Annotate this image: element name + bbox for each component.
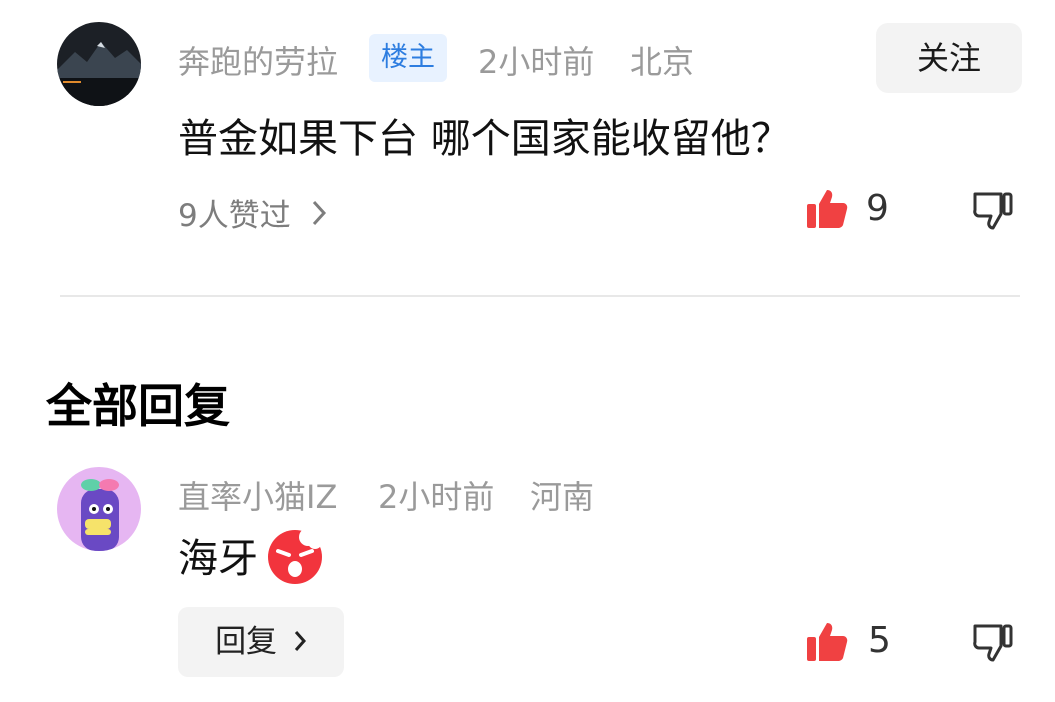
comment-like-count: 9: [866, 188, 889, 229]
thumbs-down-icon[interactable]: [971, 190, 1015, 234]
liked-by-link[interactable]: 9人赞过: [178, 190, 327, 235]
comment-text: 普金如果下台 哪个国家能收留他？: [178, 116, 791, 162]
angry-face-emoji-icon: [262, 525, 328, 585]
purple-cartoon-avatar-icon: [57, 467, 141, 551]
chevron-right-icon: [293, 629, 307, 653]
thumbs-down-icon[interactable]: [971, 622, 1015, 666]
reply-avatar[interactable]: [57, 467, 141, 551]
mountain-lake-avatar-icon: [57, 22, 141, 106]
comment-location: 北京: [630, 43, 695, 81]
reply-button-label: 回复: [215, 624, 278, 660]
reply-location: 河南: [530, 478, 595, 516]
thumbs-up-icon[interactable]: [805, 619, 849, 663]
user-avatar[interactable]: [57, 22, 141, 106]
thumbs-up-icon[interactable]: [805, 186, 849, 230]
reply-text: 海牙: [178, 536, 258, 582]
reply-like-count: 5: [868, 620, 891, 661]
op-badge: 楼主: [369, 34, 447, 82]
comment-time: 2小时前: [478, 43, 595, 81]
liked-by-text: 9人赞过: [178, 198, 291, 234]
chevron-right-icon: [311, 199, 327, 227]
reply-button[interactable]: 回复: [178, 607, 344, 677]
section-title: 全部回复: [46, 379, 230, 433]
reply-time: 2小时前: [378, 478, 495, 516]
follow-button[interactable]: 关注: [876, 23, 1022, 93]
comment-username[interactable]: 奔跑的劳拉: [178, 37, 338, 83]
reply-content: 海牙: [178, 525, 328, 585]
divider: [60, 295, 1020, 297]
reply-username[interactable]: 直率小猫IZ: [178, 472, 337, 518]
